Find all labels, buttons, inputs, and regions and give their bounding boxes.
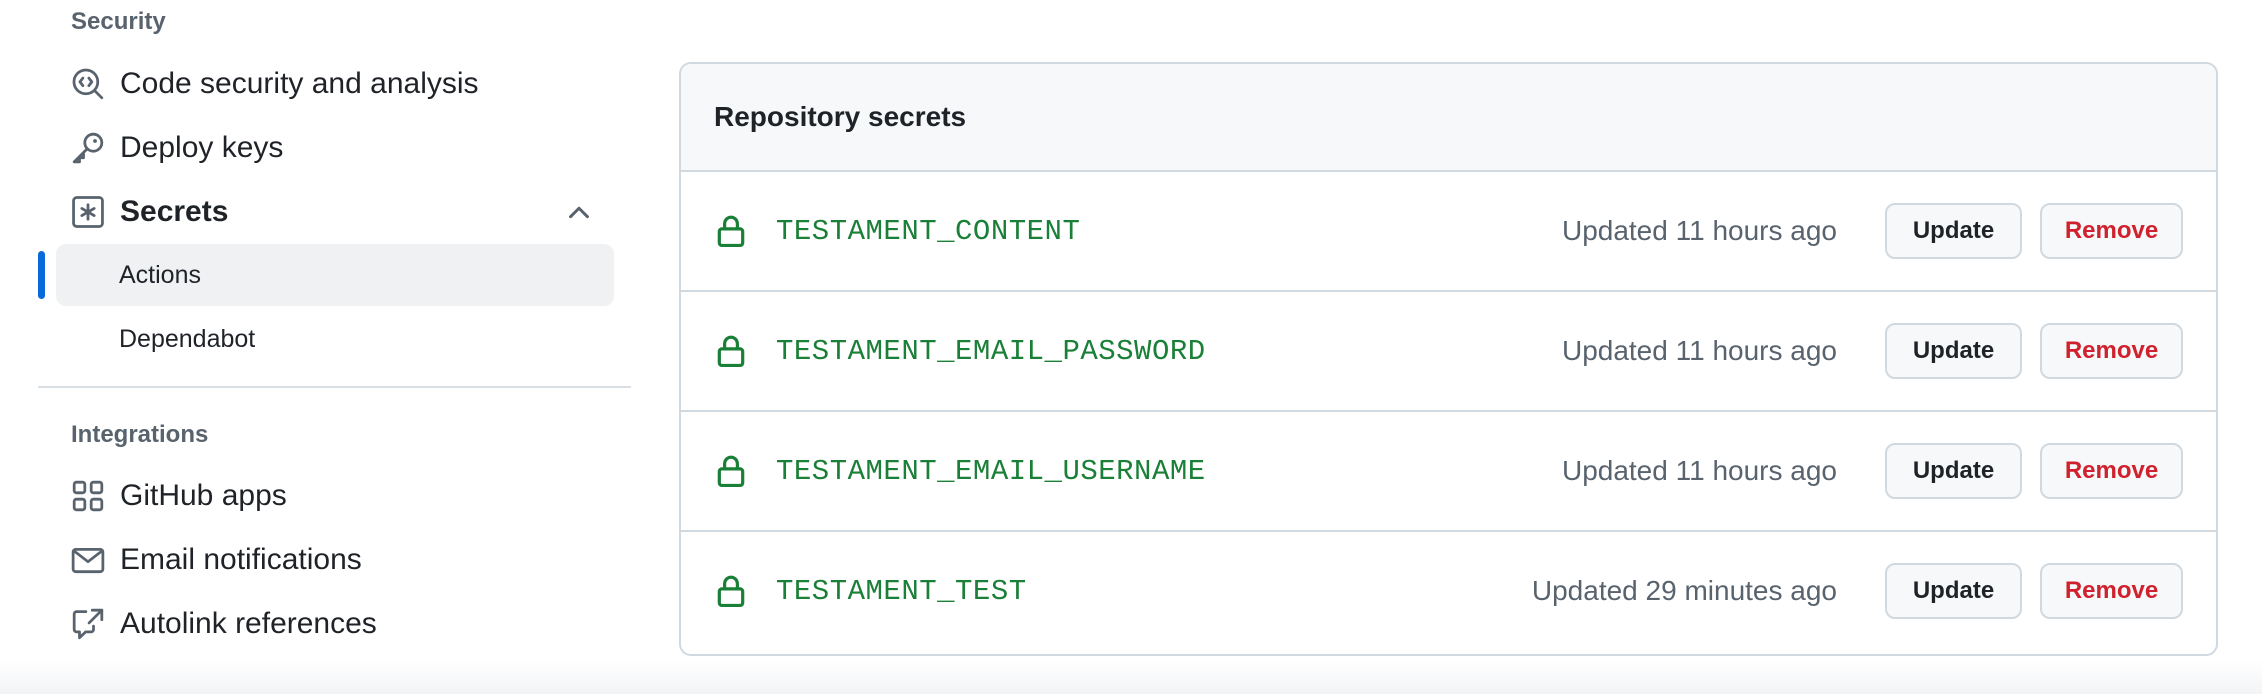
- key-icon: [71, 131, 105, 165]
- mail-icon: [71, 543, 105, 577]
- section-heading-integrations: Integrations: [71, 421, 209, 448]
- sidebar-subitem-label: Dependabot: [119, 324, 256, 353]
- panel-header: Repository secrets: [681, 64, 2216, 172]
- update-button[interactable]: Update: [1885, 563, 2022, 619]
- secret-row: TESTAMENT_CONTENT Updated 11 hours ago U…: [681, 172, 2216, 292]
- secret-name: TESTAMENT_EMAIL_USERNAME: [776, 454, 1206, 488]
- secret-name: TESTAMENT_TEST: [776, 574, 1027, 608]
- sidebar-item-label: Secrets: [120, 195, 229, 228]
- apps-icon: [71, 479, 105, 513]
- asterisk-icon: [71, 195, 105, 229]
- sidebar-item-label: GitHub apps: [120, 479, 287, 512]
- remove-button[interactable]: Remove: [2040, 323, 2183, 379]
- update-button[interactable]: Update: [1885, 203, 2022, 259]
- lock-icon: [716, 214, 746, 248]
- sidebar-item-label: Deploy keys: [120, 131, 284, 164]
- lock-icon: [716, 454, 746, 488]
- sidebar-item-label: Autolink references: [120, 607, 377, 640]
- secret-name: TESTAMENT_CONTENT: [776, 214, 1081, 248]
- secret-updated-time: Updated 11 hours ago: [1561, 335, 1837, 366]
- remove-button[interactable]: Remove: [2040, 563, 2183, 619]
- lock-icon: [716, 574, 746, 608]
- sidebar-subitem-dependabot[interactable]: Dependabot: [56, 308, 614, 370]
- page-bottom-fade: [0, 660, 2262, 694]
- update-button[interactable]: Update: [1885, 443, 2022, 499]
- remove-button[interactable]: Remove: [2040, 203, 2183, 259]
- lock-icon: [716, 334, 746, 368]
- chevron-up-icon[interactable]: [564, 197, 594, 227]
- secret-name: TESTAMENT_EMAIL_PASSWORD: [776, 334, 1206, 368]
- secret-updated-time: Updated 11 hours ago: [1561, 215, 1837, 246]
- sidebar-item-email-notifications[interactable]: Email notifications: [58, 529, 614, 591]
- sidebar-item-deploy-keys[interactable]: Deploy keys: [58, 117, 614, 179]
- repository-secrets-panel: Repository secrets TESTAMENT_CONTENT Upd…: [679, 62, 2218, 656]
- sidebar-item-label: Email notifications: [120, 543, 362, 576]
- secret-row: TESTAMENT_EMAIL_USERNAME Updated 11 hour…: [681, 412, 2216, 532]
- secret-updated-time: Updated 29 minutes ago: [1531, 575, 1837, 606]
- sidebar-item-label: Code security and analysis: [120, 67, 479, 100]
- section-heading-security: Security: [71, 8, 166, 35]
- sidebar-item-code-security[interactable]: Code security and analysis: [58, 53, 614, 115]
- sidebar-item-github-apps[interactable]: GitHub apps: [58, 465, 614, 527]
- panel-title: Repository secrets: [714, 101, 967, 132]
- secret-row: TESTAMENT_TEST Updated 29 minutes ago Up…: [681, 532, 2216, 650]
- update-button[interactable]: Update: [1885, 323, 2022, 379]
- sidebar-subitem-actions[interactable]: Actions: [56, 244, 614, 306]
- sidebar-subitem-label: Actions: [119, 260, 201, 289]
- sidebar-divider: [38, 386, 631, 388]
- sidebar-item-secrets[interactable]: Secrets: [58, 181, 614, 243]
- sidebar-item-autolink-references[interactable]: Autolink references: [58, 593, 614, 655]
- active-indicator: [38, 251, 45, 299]
- secret-updated-time: Updated 11 hours ago: [1561, 455, 1837, 486]
- secret-row: TESTAMENT_EMAIL_PASSWORD Updated 11 hour…: [681, 292, 2216, 412]
- cross-reference-icon: [71, 607, 105, 641]
- settings-sidebar: Security Code security and analysis Depl…: [0, 0, 640, 694]
- remove-button[interactable]: Remove: [2040, 443, 2183, 499]
- codescan-icon: [71, 67, 105, 101]
